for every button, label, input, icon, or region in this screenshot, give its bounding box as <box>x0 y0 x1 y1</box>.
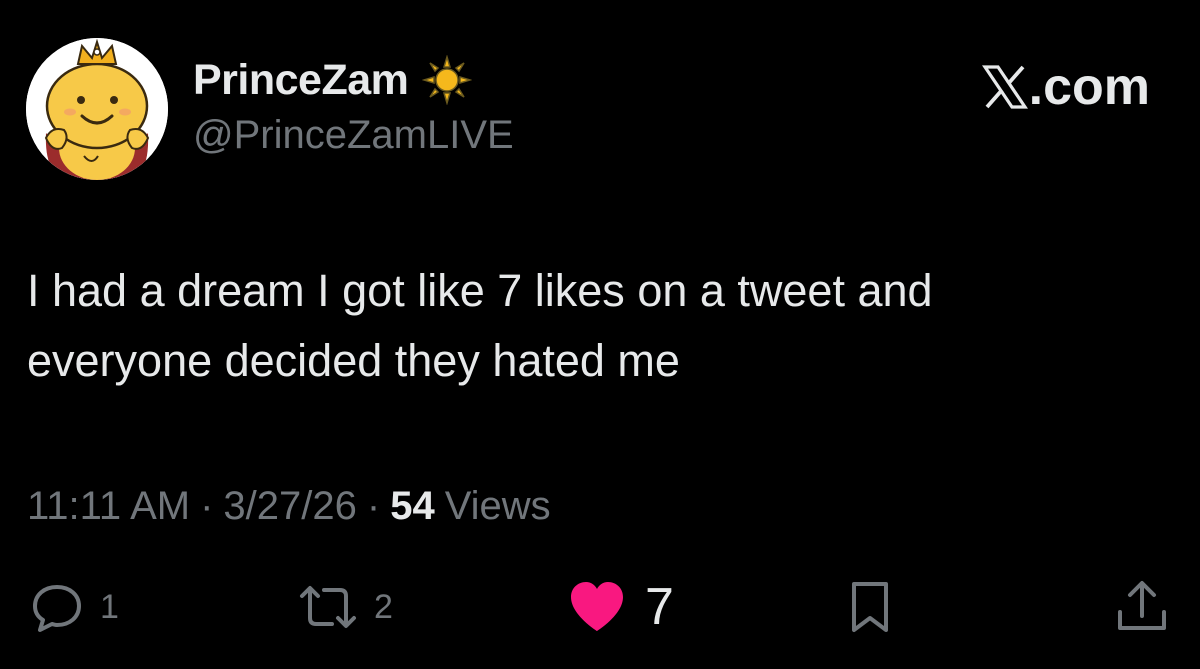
avatar[interactable] <box>26 38 168 180</box>
tweet-text-line: I had a dream I got like 7 likes on a tw… <box>27 265 933 316</box>
tweet-time[interactable]: 11:11 AM <box>27 484 190 529</box>
sun-icon <box>422 55 473 105</box>
like-button[interactable]: 7 <box>567 572 674 642</box>
share-icon <box>1118 581 1166 630</box>
retweet-button[interactable]: 2 <box>296 572 393 642</box>
reply-bubble-icon <box>33 585 81 632</box>
meta-separator: · <box>200 483 214 528</box>
share-button[interactable] <box>1114 572 1170 642</box>
tweet-meta: 11:11 AM · 3/27/26 · 54 Views <box>27 476 551 536</box>
crowned-smiling-character-avatar <box>26 38 168 180</box>
author-name-row: PrinceZam <box>193 52 473 108</box>
reply-button[interactable]: 1 <box>28 572 119 642</box>
tweet-actions-bar: 1 2 7 <box>0 572 1200 642</box>
tweet-text: I had a dream I got like 7 likes on a tw… <box>27 256 1167 396</box>
bookmark-button[interactable] <box>846 572 894 642</box>
brand-suffix: .com <box>1028 58 1150 116</box>
reply-count: 1 <box>100 587 119 626</box>
x-logo-icon <box>981 64 1028 110</box>
tweet-text-line: everyone decided they hated me <box>27 335 680 386</box>
author-handle[interactable]: @PrinceZamLIVE <box>193 113 514 158</box>
meta-separator: · <box>366 483 381 528</box>
tweet-date[interactable]: 3/27/26 <box>223 484 356 529</box>
heart-icon <box>571 582 623 631</box>
brand-watermark: .com <box>981 58 1150 116</box>
retweet-icon <box>300 586 356 628</box>
bookmark-icon <box>852 582 888 632</box>
retweet-count: 2 <box>374 587 393 626</box>
like-count: 7 <box>645 578 674 636</box>
views-count: 54 <box>390 483 435 528</box>
views-label: Views <box>444 483 551 528</box>
display-name[interactable]: PrinceZam <box>193 56 409 105</box>
